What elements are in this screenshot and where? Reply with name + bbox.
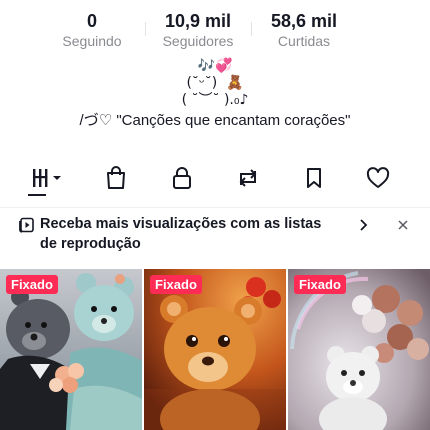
- playlist-icon: [19, 217, 34, 233]
- likes-stat[interactable]: 58,6 mil Curtidas: [251, 10, 357, 52]
- tab-reposts[interactable]: [224, 158, 272, 198]
- video-grid: Fixado Fixado Fixado: [0, 269, 430, 430]
- following-label: Seguindo: [62, 33, 122, 49]
- tab-liked[interactable]: [354, 158, 402, 198]
- grid-icon: [33, 169, 61, 187]
- following-count: 0: [86, 11, 97, 31]
- likes-label: Curtidas: [277, 33, 331, 49]
- followers-stat[interactable]: 10,9 mil Seguidores: [145, 10, 251, 52]
- tab-videos[interactable]: [24, 158, 72, 198]
- banner-text: Receba mais visualizações com as listas …: [40, 216, 322, 252]
- tab-favorites[interactable]: [290, 158, 338, 198]
- close-icon[interactable]: [396, 218, 410, 232]
- followers-count: 10,9 mil: [164, 11, 232, 31]
- bookmark-icon: [307, 168, 321, 188]
- profile-stats: 0 Seguindo 10,9 mil Seguidores 58,6 mil …: [0, 10, 430, 52]
- tab-private[interactable]: [158, 158, 206, 198]
- heart-icon: [366, 167, 390, 188]
- pinned-badge: Fixado: [6, 275, 58, 294]
- playlist-banner[interactable]: Receba mais visualizações com as listas …: [0, 207, 430, 264]
- video-thumbnail[interactable]: Fixado: [144, 269, 286, 430]
- repost-icon: [239, 169, 257, 187]
- lock-icon: [173, 167, 191, 189]
- pinned-badge: Fixado: [150, 275, 202, 294]
- following-stat[interactable]: 0 Seguindo: [39, 10, 145, 52]
- profile-bio: 🎶💞 (˘ᵕ˘) 🧸 ( ˘︶˘ ).₀♪ /づ♡ "Canções que e…: [0, 58, 430, 131]
- likes-count: 58,6 mil: [270, 11, 338, 31]
- bio-line-1: 🎶💞: [197, 58, 233, 74]
- bio-line-2: (˘ᵕ˘) 🧸: [186, 75, 244, 91]
- bio-line-3: ( ˘︶˘ ).₀♪: [181, 92, 249, 108]
- active-tab-indicator: [28, 194, 46, 196]
- chevron-right-icon[interactable]: [356, 218, 370, 232]
- shopping-bag-icon: [107, 166, 125, 189]
- video-thumbnail[interactable]: Fixado: [0, 269, 142, 430]
- pinned-badge: Fixado: [294, 275, 346, 294]
- followers-label: Seguidores: [162, 33, 234, 49]
- bio-line-4: /づ♡ "Canções que encantam corações": [79, 112, 351, 129]
- profile-tabs: [0, 158, 430, 198]
- video-thumbnail[interactable]: Fixado: [288, 269, 430, 430]
- tab-shop[interactable]: [92, 158, 140, 198]
